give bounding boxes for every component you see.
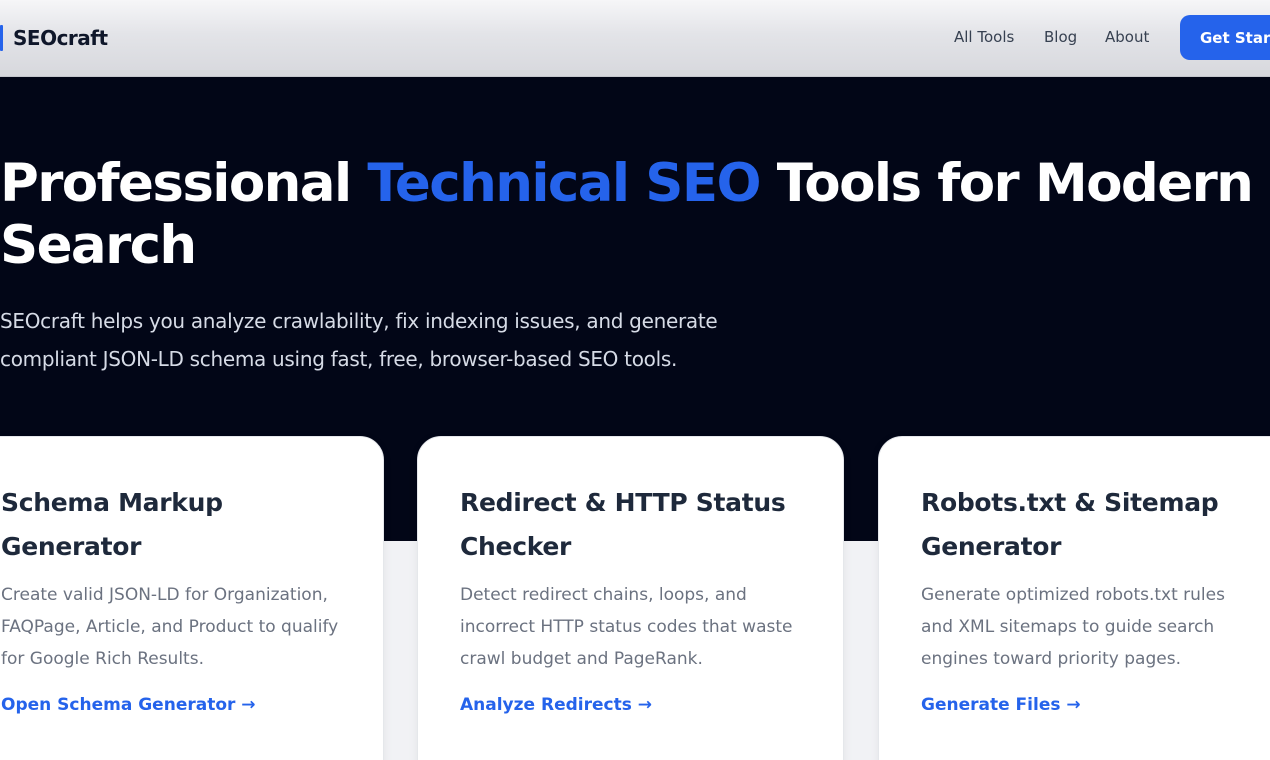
card-content: Schema Markup Generator Create valid JSO… — [1, 481, 363, 715]
card-content: Robots.txt & Sitemap Generator Generate … — [921, 481, 1270, 715]
card-content: Redirect & HTTP Status Checker Detect re… — [460, 481, 823, 715]
logo-text: SEOcraft — [13, 26, 108, 50]
page: SEOcraft All Tools Blog About Get Starte… — [0, 0, 1270, 760]
site-header: SEOcraft All Tools Blog About Get Starte… — [0, 0, 1270, 77]
nav-link-blog[interactable]: Blog — [1044, 28, 1077, 46]
get-started-button[interactable]: Get Started — [1180, 15, 1270, 60]
card-description: Detect redirect chains, loops, and incor… — [460, 585, 793, 669]
nav-link-about[interactable]: About — [1105, 28, 1149, 46]
tool-card-redirect: Redirect & HTTP Status Checker Detect re… — [417, 436, 844, 760]
logo-mark-icon — [0, 25, 3, 51]
card-title: Schema Markup Generator — [1, 488, 223, 561]
analyze-redirects-link[interactable]: Analyze Redirects → — [460, 695, 652, 715]
tool-card-robots: Robots.txt & Sitemap Generator Generate … — [878, 436, 1270, 760]
card-description: Generate optimized robots.txt rules and … — [921, 585, 1225, 669]
hero-title-part1: Professional — [0, 153, 368, 214]
generate-files-link[interactable]: Generate Files → — [921, 695, 1081, 715]
hero-subtitle: SEOcraft helps you analyze crawlability,… — [0, 309, 718, 371]
card-title: Robots.txt & Sitemap Generator — [921, 488, 1219, 561]
logo[interactable]: SEOcraft — [0, 23, 108, 53]
card-description: Create valid JSON-LD for Organization, F… — [1, 585, 339, 669]
card-title: Redirect & HTTP Status Checker — [460, 488, 786, 561]
nav-link-all-tools[interactable]: All Tools — [954, 28, 1014, 46]
hero-title-accent: Technical SEO — [367, 153, 761, 214]
tool-card-schema: Schema Markup Generator Create valid JSO… — [0, 436, 384, 760]
open-schema-generator-link[interactable]: Open Schema Generator → — [1, 695, 256, 715]
hero-title: Professional Technical SEO Tools for Mod… — [0, 153, 1270, 277]
